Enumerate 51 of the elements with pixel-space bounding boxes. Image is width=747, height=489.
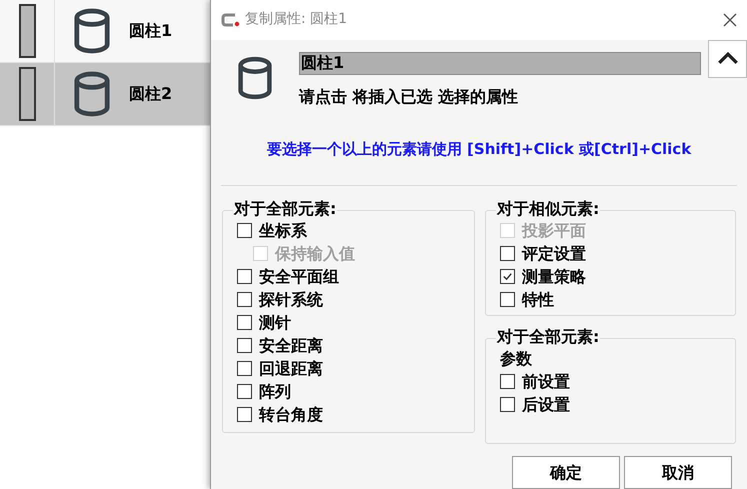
checkbox[interactable] <box>237 223 252 238</box>
list-row[interactable]: 圆柱1 <box>0 0 210 63</box>
group-title: 对于相似元素: <box>496 199 600 219</box>
checkbox[interactable] <box>237 384 252 399</box>
checkbox-label: 后设置 <box>522 394 570 416</box>
checkbox[interactable] <box>500 397 515 412</box>
checkbox-label: 特性 <box>522 288 554 310</box>
collapse-button[interactable] <box>708 40 747 78</box>
checkbox-label: 投影平面 <box>522 220 586 242</box>
checkbox-label: 阵列 <box>259 380 291 402</box>
instruction-text: 请点击 将插入已选 选择的属性 <box>299 86 520 108</box>
checkbox[interactable] <box>237 407 252 422</box>
color-swatch <box>18 67 36 121</box>
color-swatch <box>18 4 36 58</box>
close-icon[interactable] <box>723 12 737 27</box>
element-name: 圆柱1 <box>129 20 172 42</box>
cylinder-icon <box>73 8 111 54</box>
checkbox-label: 前设置 <box>522 370 570 392</box>
list-row[interactable]: 圆柱2 <box>0 63 210 126</box>
group-subtitle: 参数 <box>500 348 533 370</box>
checkbox[interactable] <box>237 315 252 330</box>
window-title: 复制属性: 圆柱1 <box>245 10 348 30</box>
checkbox-label: 测针 <box>259 312 291 334</box>
checkbox[interactable] <box>237 269 252 284</box>
checkbox[interactable] <box>500 246 515 261</box>
checkbox[interactable] <box>500 374 515 389</box>
cylinder-icon <box>73 71 111 117</box>
checkbox-label: 安全距离 <box>259 334 323 356</box>
check-icon <box>502 271 513 282</box>
checkbox-label: 安全平面组 <box>259 266 339 288</box>
checkbox-label: 探针系统 <box>259 288 323 310</box>
checkbox[interactable] <box>237 338 252 353</box>
checkbox-label: 测量策略 <box>522 266 586 288</box>
hint-text: 要选择一个以上的元素请使用 [Shift]+Click 或[Ctrl]+Click <box>266 138 692 160</box>
checkbox-label: 保持输入值 <box>275 242 355 264</box>
name-field[interactable]: 圆柱1 <box>299 52 701 75</box>
dialog-button[interactable]: 确定 <box>512 456 620 489</box>
chevron-up-icon <box>716 52 738 66</box>
dialog-button[interactable]: 取消 <box>624 456 732 489</box>
checkbox-label: 回退距离 <box>259 358 323 380</box>
checkbox[interactable] <box>500 292 515 307</box>
checkbox-label: 转台角度 <box>259 404 323 426</box>
app-logo-icon <box>221 12 241 27</box>
element-name: 圆柱2 <box>129 83 172 105</box>
checkbox[interactable] <box>237 361 252 376</box>
checkbox[interactable] <box>500 269 515 284</box>
checkbox-label: 评定设置 <box>522 242 586 264</box>
group-title: 对于全部元素: <box>233 199 338 219</box>
checkbox[interactable] <box>237 292 252 307</box>
group-title: 对于全部元素: <box>496 327 600 347</box>
checkbox-label: 坐标系 <box>259 220 307 242</box>
